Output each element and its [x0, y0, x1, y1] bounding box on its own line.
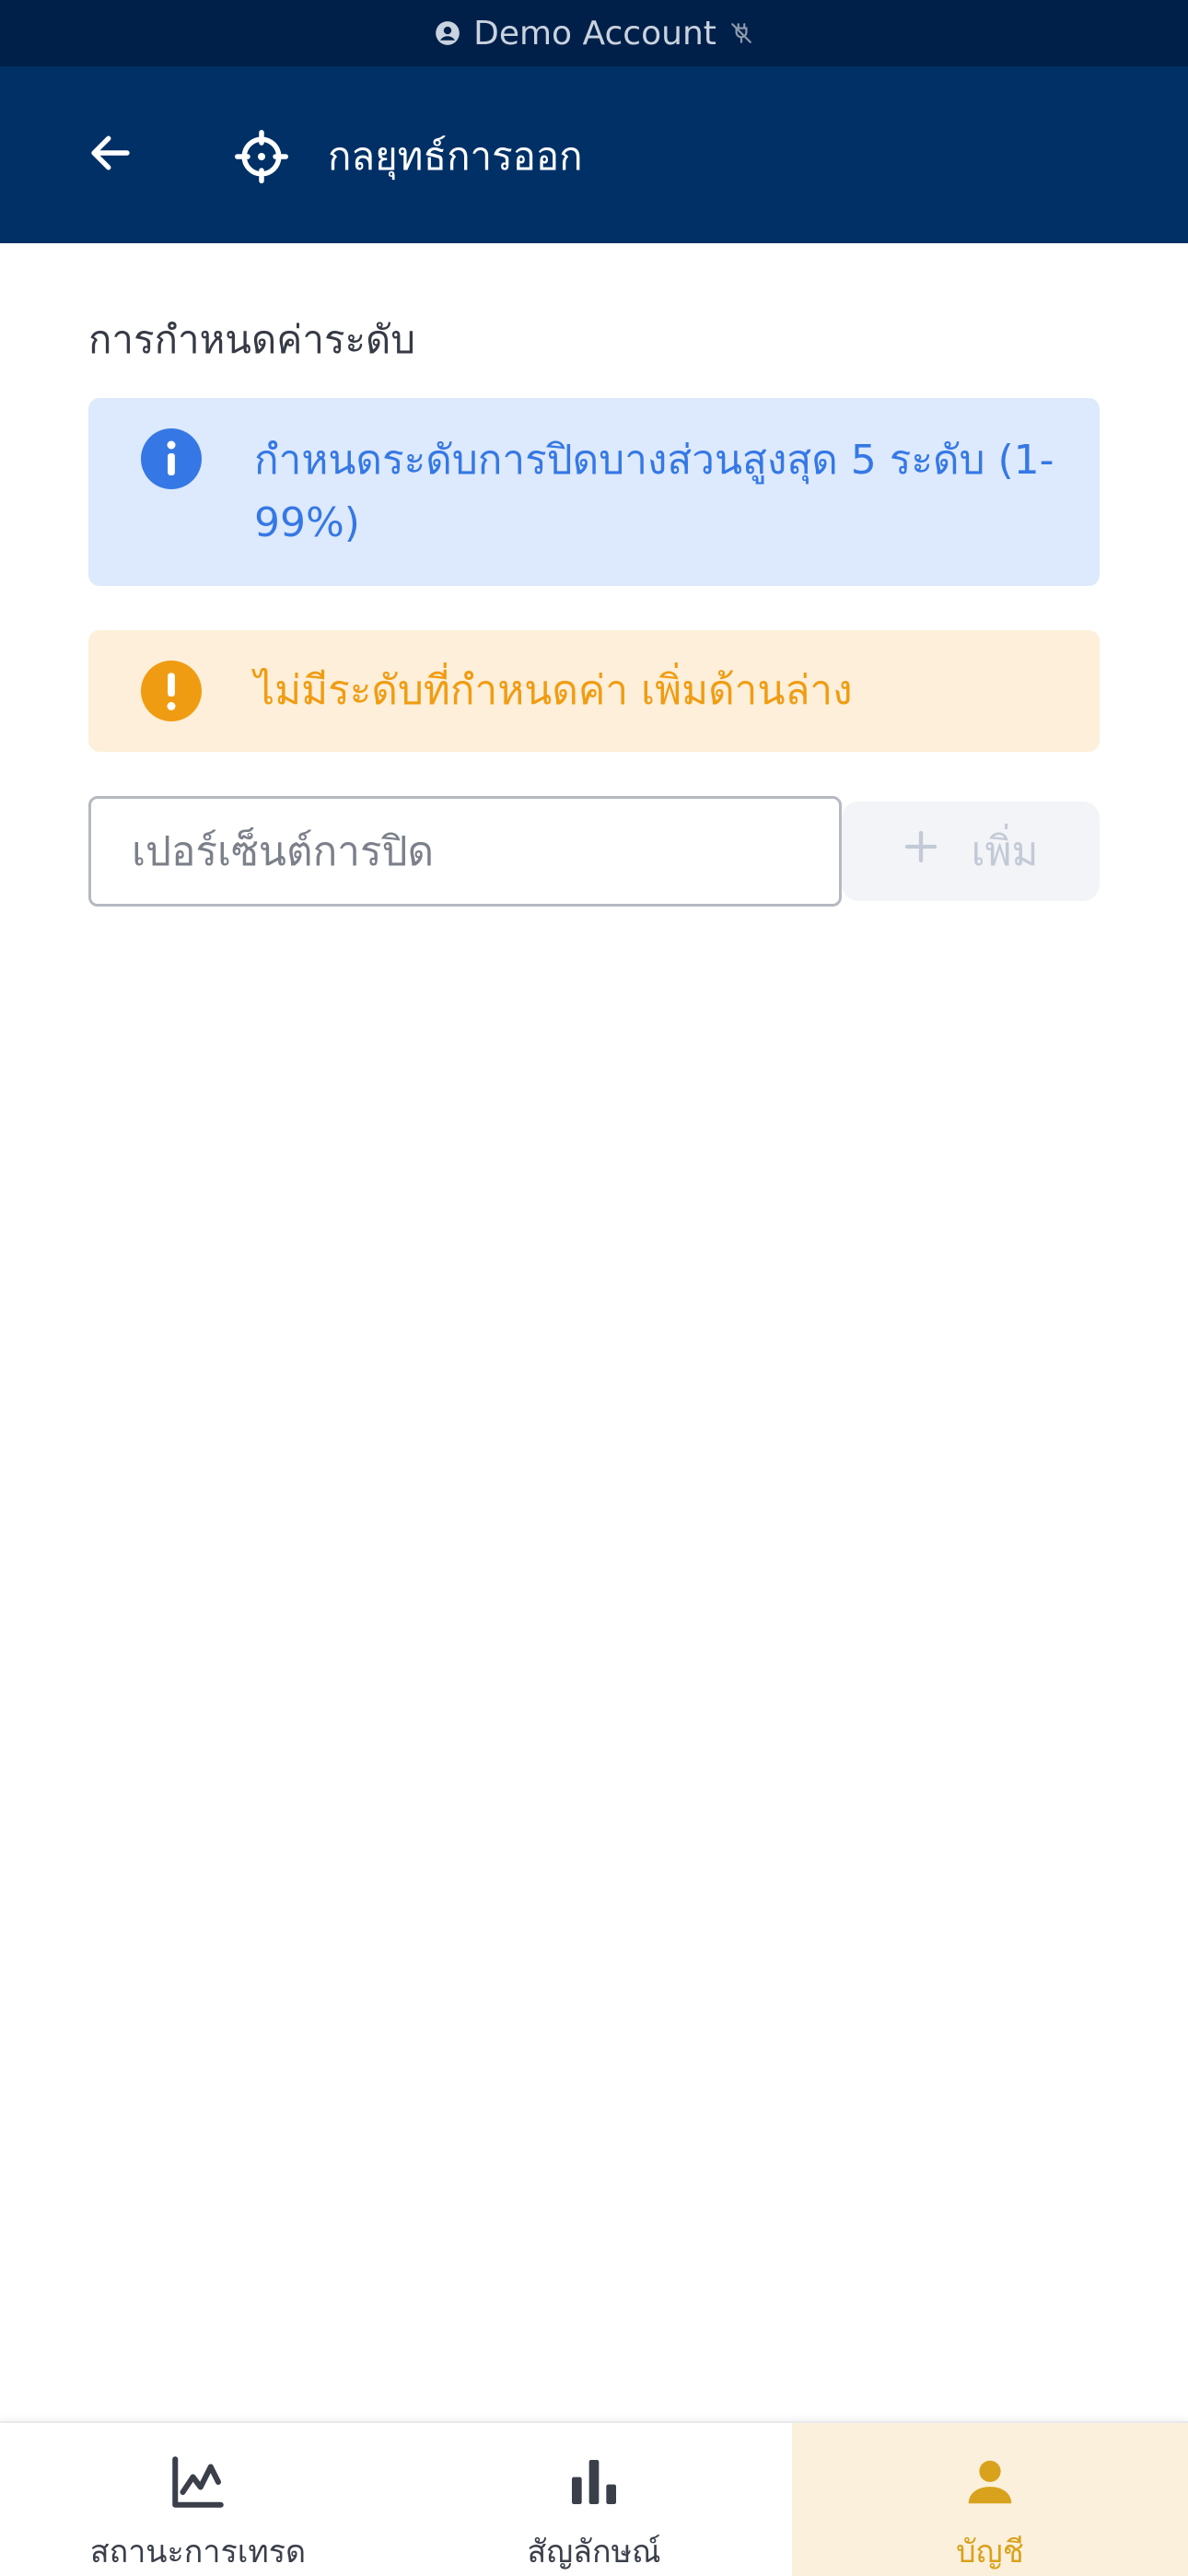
- warning-icon: [138, 658, 204, 724]
- info-alert: กำหนดระดับการปิดบางส่วนสูงสุด 5 ระดับ (1…: [88, 398, 1100, 586]
- back-button[interactable]: [74, 118, 147, 192]
- nav-item-trade-status[interactable]: สถานะการเทรด: [0, 2423, 396, 2576]
- nav-item-label: บัญชี: [956, 2534, 1024, 2570]
- connection-off-icon: [729, 21, 753, 45]
- info-alert-text: กำหนดระดับการปิดบางส่วนสูงสุด 5 ระดับ (1…: [254, 437, 1054, 546]
- section-label: การกำหนดค่าระดับ: [88, 317, 415, 362]
- arrow-left-icon: [86, 128, 135, 181]
- app-header: กลยุทธ์การออก: [0, 66, 1188, 243]
- line-chart-icon: [165, 2451, 231, 2513]
- add-level-button-label: เพิ่ม: [971, 828, 1039, 875]
- close-percent-input[interactable]: [88, 796, 842, 907]
- bottom-nav: สถานะการเทรด สัญลักษณ์ บัญชี: [0, 2421, 1188, 2576]
- nav-item-label: สัญลักษณ์: [527, 2534, 661, 2570]
- crosshair-icon: [232, 127, 291, 186]
- add-level-button[interactable]: เพิ่ม: [842, 802, 1100, 901]
- info-icon: [138, 426, 204, 492]
- demo-account-label: Demo Account: [473, 14, 716, 53]
- nav-item-account[interactable]: บัญชี: [792, 2423, 1188, 2576]
- warning-alert-text: ไม่มีระดับที่กำหนดค่า เพิ่มด้านล่าง: [254, 667, 853, 714]
- demo-account-strip: Demo Account: [0, 0, 1188, 66]
- warning-alert: ไม่มีระดับที่กำหนดค่า เพิ่มด้านล่าง: [88, 630, 1100, 752]
- nav-item-label: สถานะการเทรด: [89, 2534, 307, 2570]
- user-circle-icon: [435, 20, 460, 46]
- page-title: กลยุทธ์การออก: [328, 134, 583, 179]
- bar-chart-icon: [561, 2451, 627, 2513]
- plus-icon: [903, 828, 939, 875]
- nav-item-symbols[interactable]: สัญลักษณ์: [396, 2423, 792, 2576]
- user-icon: [957, 2451, 1023, 2513]
